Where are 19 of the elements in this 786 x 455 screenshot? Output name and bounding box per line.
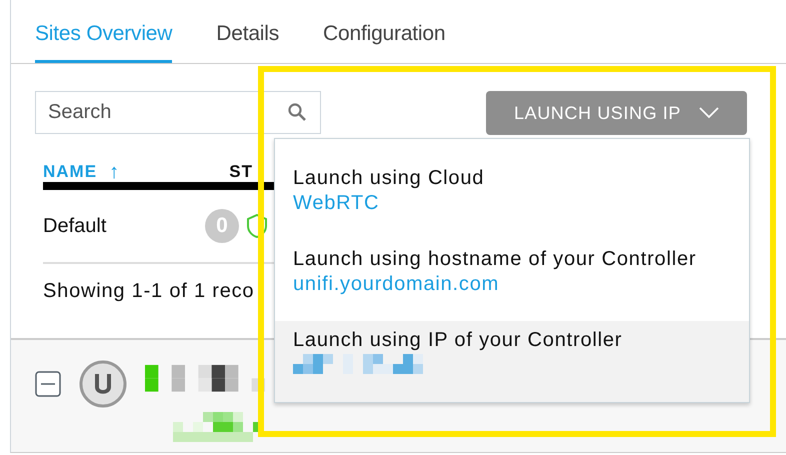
menu-item[interactable]: Launch using IP of your Controller [275,321,749,402]
menu-item[interactable]: Launch using hostname of your Controller unifi.yourdomain.com [275,240,749,321]
device-logo-icon [79,360,127,408]
menu-item[interactable]: Launch using Cloud WebRTC [275,159,749,240]
option-link: WebRTC [293,192,380,215]
option-link: unifi.yourdomain.com [293,273,500,296]
option-title: Launch using Cloud [293,167,486,190]
search-field[interactable]: Search [35,91,321,134]
chevron-down-icon [699,107,720,119]
option-title: Launch using hostname of your Controller [293,248,698,271]
collapse-icon[interactable] [35,371,61,397]
column-header[interactable]: ST [229,162,253,182]
site-name: Default [43,214,108,238]
shield-icon [247,214,267,238]
option-title: Launch using IP of your Controller [293,329,624,352]
search-icon[interactable] [287,102,307,122]
tab[interactable]: Configuration [323,22,446,63]
pagination-text: Showing 1-1 of 1 reco [43,280,254,303]
tab[interactable]: Details [216,22,280,63]
